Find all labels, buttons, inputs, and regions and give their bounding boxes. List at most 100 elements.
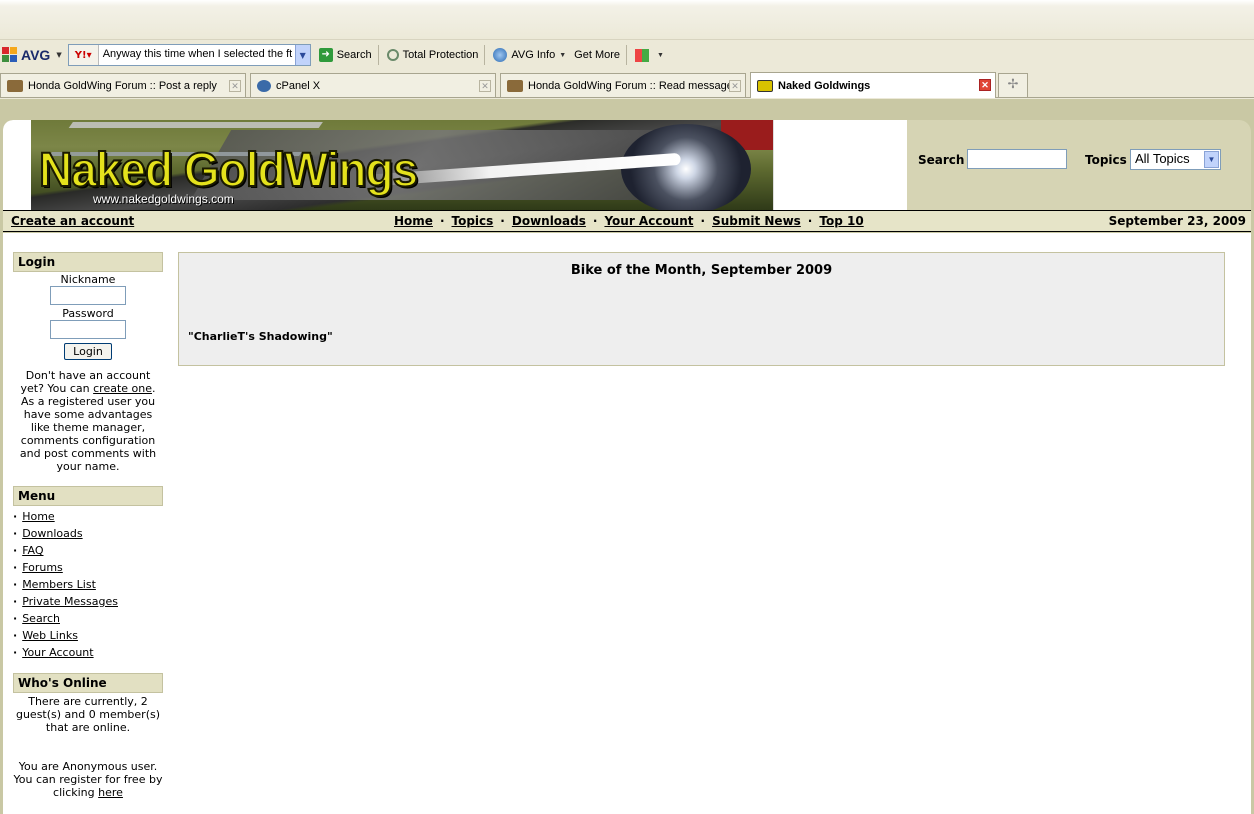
menu-members-list-link[interactable]: Members List [22,578,96,591]
motorbike-icon [507,79,523,92]
nav-separator: · [439,214,445,228]
toolbar-search-button[interactable]: ➜ Search [318,48,372,62]
site-nav-bar: Create an account Home · Topics · Downloads ·… [3,210,1251,232]
toolbar-search-label: Search [336,49,372,61]
menu-item: Home [13,508,163,525]
search-dropdown-icon[interactable]: ▼ [294,45,310,65]
menu-item: Search [13,610,163,627]
tab-read-message[interactable]: Honda GoldWing Forum :: Read message ✕ [500,73,746,97]
nav-downloads-link[interactable]: Downloads [512,214,586,228]
avg-info-button[interactable]: AVG Info ▼ [493,48,566,62]
menu-item: Web Links [13,627,163,644]
menu-web-links-link[interactable]: Web Links [22,629,78,642]
caret-down-icon: ▼ [657,51,664,59]
site-logo-url: www.nakedgoldwings.com [93,192,234,206]
page-top-margin [0,99,1254,120]
nav-separator: · [807,214,813,228]
menu-block-title: Menu [13,486,163,506]
avg-info-label: AVG Info [511,49,556,61]
windows-flag-icon [635,48,650,62]
header-search-panel: Search Topics All Topics ▼ [907,120,1251,210]
nickname-input[interactable] [50,286,126,305]
menu-forums-link[interactable]: Forums [22,561,63,574]
windows-flag-button[interactable]: ▼ [635,48,664,62]
current-date: September 23, 2009 [1108,214,1246,228]
register-text-after: . As a registered user you have some adv… [19,382,157,473]
web-page: Naked GoldWings www.nakedgoldwings.com S… [0,99,1254,814]
login-form: Nickname Password Login [13,273,163,360]
nav-your-account-link[interactable]: Your Account [604,214,693,228]
menu-private-messages-link[interactable]: Private Messages [22,595,118,608]
avg-label: AVG [21,47,51,63]
bike-of-month-body: "CharlieT's Shadowing" [188,330,333,343]
side-menu: Home Downloads FAQ Forums Members List P… [13,508,163,661]
get-more-label: Get More [574,49,621,61]
info-globe-icon [493,48,508,62]
total-protection-label: Total Protection [402,49,479,61]
menu-item: Private Messages [13,593,163,610]
anonymous-text: You are Anonymous user. You can register… [13,760,163,799]
get-more-button[interactable]: Get More [574,49,620,61]
register-here-link[interactable]: here [98,786,123,799]
site-logo-title: Naked GoldWings [38,141,419,198]
chevron-down-icon: ▼ [1204,151,1219,168]
menu-home-link[interactable]: Home [22,510,54,523]
window-top-strip [0,0,1254,40]
register-text: Don't have an account yet? You can creat… [13,369,163,473]
site-logo-banner[interactable]: Naked GoldWings www.nakedgoldwings.com [31,120,773,210]
login-block-title: Login [13,252,163,272]
nav-top10-link[interactable]: Top 10 [819,214,863,228]
tab-label: Honda GoldWing Forum :: Post a reply [28,79,217,92]
menu-item: FAQ [13,542,163,559]
header-left-edge [3,120,31,210]
whos-online-title: Who's Online [13,673,163,693]
tab-post-reply[interactable]: Honda GoldWing Forum :: Post a reply ✕ [0,73,246,97]
avg-logo-icon [2,47,18,63]
caret-down-icon: ▼ [559,51,567,59]
toolbar-separator [626,45,628,65]
go-arrow-icon: ➜ [318,48,333,62]
tab-naked-goldwings[interactable]: Naked Goldwings ✕ [750,72,996,98]
menu-faq-link[interactable]: FAQ [22,544,43,557]
cpanel-icon [257,79,271,92]
search-label: Search [918,153,965,167]
toolbar-separator [484,45,486,65]
close-icon[interactable]: ✕ [479,80,491,92]
anonymous-text-before: You are Anonymous user. You can register… [13,760,163,799]
menu-your-account-link[interactable]: Your Account [22,646,93,659]
close-icon[interactable]: ✕ [229,80,241,92]
avg-logo-button[interactable]: AVG ▼ [2,47,62,63]
total-protection-button[interactable]: Total Protection [386,49,479,61]
avg-toolbar: AVG ▼ Y!▾ Anyway this time when I select… [0,40,1254,70]
nav-topics-link[interactable]: Topics [452,214,494,228]
nav-home-link[interactable]: Home [394,214,433,228]
topics-selected-value: All Topics [1135,151,1190,166]
toolbar-search-combo: Y!▾ Anyway this time when I selected the… [67,44,311,66]
toolbar-search-input[interactable]: Anyway this time when I selected the ft [99,45,295,65]
menu-search-link[interactable]: Search [22,612,60,625]
menu-item: Downloads [13,525,163,542]
tab-cpanel[interactable]: cPanel X ✕ [250,73,496,97]
shield-icon [386,49,399,61]
tab-label: Naked Goldwings [778,79,871,92]
nav-submit-news-link[interactable]: Submit News [712,214,801,228]
topics-label: Topics [1085,153,1127,167]
close-icon[interactable]: ✕ [979,79,991,91]
menu-downloads-link[interactable]: Downloads [22,527,82,540]
create-one-link[interactable]: create one [93,382,152,395]
nav-separator: · [700,214,706,228]
menu-item: Forums [13,559,163,576]
motorbike-icon [7,79,23,92]
new-tab-button[interactable]: ✢ [998,73,1028,97]
yahoo-engine-icon[interactable]: Y!▾ [68,45,99,65]
close-icon[interactable]: ✕ [729,80,741,92]
site-header: Naked GoldWings www.nakedgoldwings.com S… [3,120,1251,210]
create-account-link[interactable]: Create an account [11,214,134,228]
login-button[interactable]: Login [64,343,112,360]
site-search-input[interactable] [967,149,1067,169]
password-input[interactable] [50,320,126,339]
tab-bar: Honda GoldWing Forum :: Post a reply ✕ c… [0,70,1254,98]
bike-of-month-box: Bike of the Month, September 2009 "Charl… [178,252,1225,366]
topics-select[interactable]: All Topics ▼ [1130,149,1221,170]
header-blank-area [773,120,907,210]
